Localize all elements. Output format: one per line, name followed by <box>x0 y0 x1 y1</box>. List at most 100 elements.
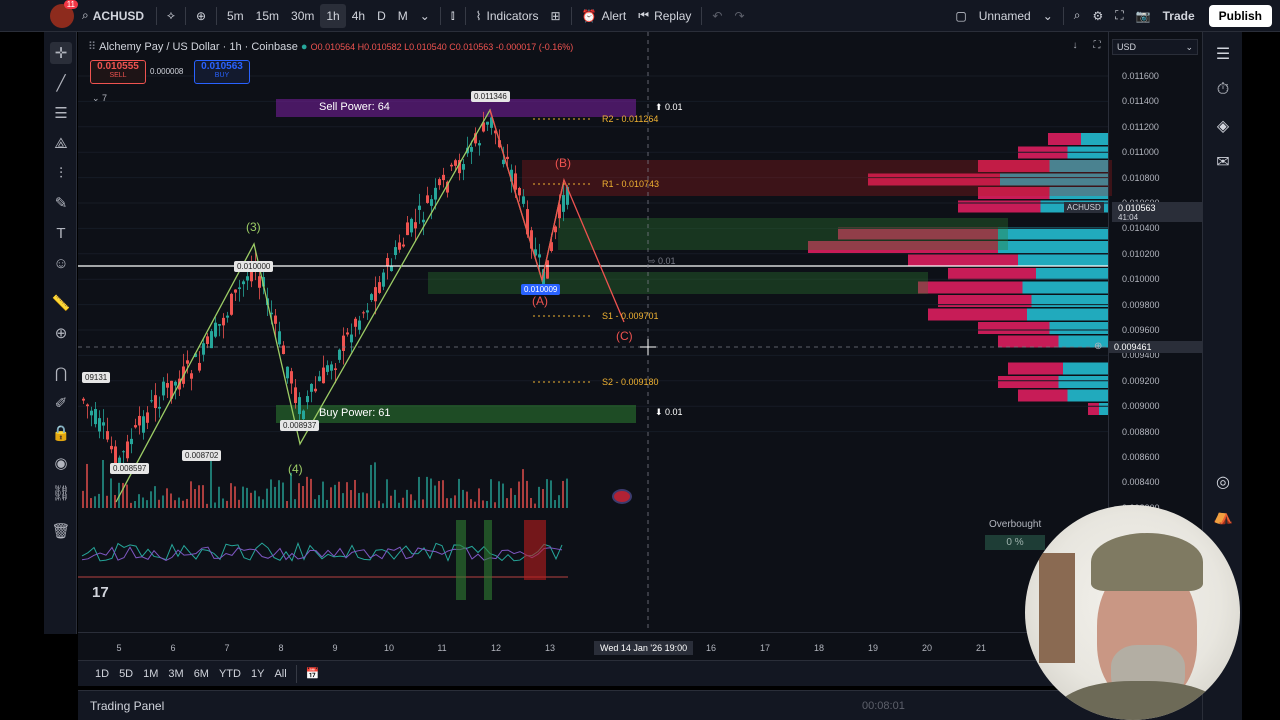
settings-gear-icon[interactable]: ⚙ <box>1087 0 1110 32</box>
zoom-in-icon[interactable]: ⊕ <box>50 322 72 344</box>
profile-bar-sell <box>998 335 1059 348</box>
range-1y[interactable]: 1Y <box>246 668 269 680</box>
indicators-button[interactable]: ⌇ Indicators <box>470 0 545 32</box>
interval-5m[interactable]: 5m <box>221 0 250 32</box>
crosshair-price-tag: ⊕ 0.009461 <box>1094 341 1202 354</box>
volume-bar <box>366 493 368 508</box>
candle-body <box>426 195 429 203</box>
interval-15m[interactable]: 15m <box>250 0 285 32</box>
emoji-icon[interactable]: ☺ <box>50 252 72 274</box>
volume-bar <box>430 478 432 508</box>
candle-body <box>442 174 445 181</box>
candle-body <box>314 388 317 392</box>
legend-eye-icon[interactable]: ⠿ <box>88 41 99 53</box>
interval-30m[interactable]: 30m <box>285 0 320 32</box>
volume-bar <box>82 490 84 508</box>
candle-body <box>378 282 381 293</box>
redo-icon[interactable]: ↷ <box>728 0 750 32</box>
link-icon[interactable]: ⛓ <box>50 482 72 504</box>
range-1m[interactable]: 1M <box>138 668 163 680</box>
indicators-collapse[interactable]: ⌄ 7 <box>92 93 107 104</box>
flag-icon[interactable] <box>612 489 632 504</box>
candle-body <box>86 404 89 407</box>
add-symbol-icon[interactable]: ⊕ <box>190 0 212 32</box>
range-ytd[interactable]: YTD <box>214 668 246 680</box>
pattern-icon[interactable]: ⟁ <box>50 132 72 154</box>
volume-bar <box>286 501 288 508</box>
candle-type-icon[interactable]: ⫾ <box>445 0 461 32</box>
range-5d[interactable]: 5D <box>114 668 138 680</box>
interval-d[interactable]: D <box>371 0 392 32</box>
templates-icon[interactable]: ⊞ <box>545 0 567 32</box>
fib-retracement-icon[interactable]: ☰ <box>50 102 72 124</box>
text-icon[interactable]: T <box>50 222 72 244</box>
candle-body <box>146 412 149 423</box>
lock-icon[interactable]: 🔒 <box>50 422 72 444</box>
layers-icon[interactable]: ◈ <box>1211 114 1235 138</box>
fullscreen-icon[interactable]: ⛶ <box>1109 0 1129 32</box>
time-tick: 8 <box>278 643 284 653</box>
interval-m[interactable]: M <box>392 0 414 32</box>
symbol-search[interactable]: ⌕ ACHUSD <box>82 8 152 23</box>
camera-icon[interactable]: 📷 <box>1130 0 1157 32</box>
time-tick: 21 <box>975 643 987 653</box>
sell-button[interactable]: 0.010555 SELL <box>90 60 146 84</box>
alert-button[interactable]: ⏰ Alert <box>576 0 633 32</box>
replay-button[interactable]: ⏮ Replay <box>632 0 697 32</box>
candle-body <box>506 156 509 160</box>
compare-symbol-icon[interactable]: ⟡ <box>161 0 181 32</box>
ruler-icon[interactable]: 📏 <box>50 292 72 314</box>
candle-body <box>174 381 177 386</box>
trendline-icon[interactable]: ╱ <box>50 72 72 94</box>
range-3m[interactable]: 3M <box>163 668 188 680</box>
chat-icon[interactable]: ✉ <box>1211 150 1235 174</box>
chart-pane[interactable]: ⠿ Alchemy Pay / US Dollar · 1h · Coinbas… <box>78 32 1202 632</box>
candle-body <box>94 408 97 425</box>
bar-countdown: 41:04 <box>1112 213 1202 222</box>
buy-button[interactable]: 0.010563 BUY <box>194 60 250 84</box>
lock-drawing-icon[interactable]: ✐ <box>50 392 72 414</box>
crosshair-icon[interactable]: ✛ <box>50 42 72 64</box>
candle-body <box>386 258 389 266</box>
magnet-icon[interactable]: ⋂ <box>50 362 72 384</box>
target-icon[interactable]: ◎ <box>1211 470 1235 494</box>
scroll-down-icon[interactable]: ↓ <box>1066 40 1084 54</box>
tent-icon[interactable]: ⛺ <box>1211 504 1235 528</box>
legend-title[interactable]: Alchemy Pay / US Dollar · 1h · Coinbase <box>99 41 298 53</box>
quick-search-icon[interactable]: ⌕ <box>1068 0 1087 32</box>
user-avatar[interactable]: 11 <box>50 0 78 28</box>
forecast-icon[interactable]: ⫶ <box>50 162 72 184</box>
layout-dropdown-icon[interactable]: ⌄ <box>1037 0 1059 32</box>
trade-button[interactable]: Trade <box>1157 0 1201 32</box>
trash-icon[interactable]: 🗑 <box>50 520 72 542</box>
interval-dropdown-icon[interactable]: ⌄ <box>414 0 436 32</box>
brush-icon[interactable]: ✎ <box>50 192 72 214</box>
alerts-clock-icon[interactable]: ⏱ <box>1211 78 1235 102</box>
price-axis[interactable]: 0.011600 0.011400 0.011200 0.011000 0.010800… <box>1108 32 1202 513</box>
publish-button[interactable]: Publish <box>1208 4 1272 27</box>
volume-bar <box>518 481 520 508</box>
layout-toggle-icon[interactable]: ▢ <box>949 0 972 32</box>
price-tick: 0.010400 <box>1122 223 1160 234</box>
candle-body <box>322 367 325 384</box>
maximize-pane-icon[interactable]: ⛶ <box>1088 40 1106 54</box>
range-all[interactable]: All <box>269 668 291 680</box>
wave-3-label: (3) <box>246 220 261 234</box>
eye-icon[interactable]: ◉ <box>50 452 72 474</box>
date-range-icon[interactable]: 📅 <box>301 667 325 680</box>
interval-1h[interactable]: 1h <box>320 3 346 28</box>
range-1d[interactable]: 1D <box>90 668 114 680</box>
volume-bar <box>222 498 224 508</box>
profile-bar-sell <box>928 308 1027 321</box>
layout-name[interactable]: Unnamed <box>973 0 1037 32</box>
undo-icon[interactable]: ↶ <box>706 0 728 32</box>
range-6m[interactable]: 6M <box>189 668 214 680</box>
price-tick: 0.008400 <box>1122 477 1160 488</box>
add-alert-icon[interactable]: ⊕ <box>1094 341 1102 352</box>
current-symbol-tag: ACHUSD <box>1064 202 1104 213</box>
volume-bar <box>522 469 524 508</box>
trading-panel-tab[interactable]: Trading Panel <box>90 699 164 713</box>
watchlist-icon[interactable]: ☰ <box>1211 42 1235 66</box>
interval-4h[interactable]: 4h <box>346 0 371 32</box>
low2-price-label: 0.008702 <box>182 450 222 461</box>
